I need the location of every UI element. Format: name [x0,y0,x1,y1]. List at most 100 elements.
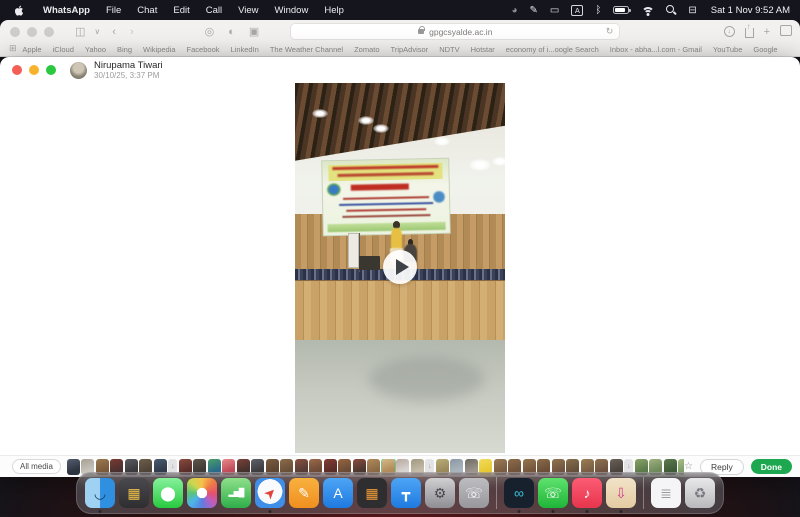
menu-bar: WhatsApp FileChatEditCallViewWindowHelp … [0,0,800,20]
dock-icon-filmora[interactable]: ⇩ [606,478,636,508]
avatar[interactable] [70,62,87,79]
ceiling-light [373,124,389,133]
dock-icon-pages[interactable]: ✎ [289,478,319,508]
extension-icon-2[interactable]: ◐ [228,26,235,38]
viewer-header: Nirupama Tiwari 30/10/25, 3:37 PM [0,57,800,83]
dock-divider [496,477,497,509]
dock-icon-app-store[interactable]: A [323,478,353,508]
favorite-inbox-abha-l-com-gmail[interactable]: Inbox - abha...l.com - Gmail [610,45,702,54]
dock-icon-document[interactable]: ≣ [651,478,681,508]
scene-person-standing [391,228,402,250]
scene-floor-shade [369,357,485,401]
favorite-linkedin[interactable]: LinkedIn [230,45,258,54]
menu-item-window[interactable]: Window [267,5,317,16]
menu-app-name[interactable]: WhatsApp [35,5,98,16]
menu-item-edit[interactable]: Edit [165,5,197,16]
thumbnail[interactable] [67,459,80,475]
menu-item-view[interactable]: View [230,5,266,16]
menu-item-file[interactable]: File [98,5,129,16]
star-icon[interactable]: ☆ [684,461,693,472]
sidebar-icon[interactable]: ◫ [75,25,85,38]
favorite-hotstar[interactable]: Hotstar [471,45,495,54]
scene-stage-front [295,280,505,340]
viewer-traffic-lights[interactable] [12,65,56,75]
safari-window: ◫ ∨ ‹ › ◎ ◐ ▣ gpgcsyalde.ac.in ↻ ↓ + ⊞ A… [0,20,800,57]
extension-icon-1[interactable]: ◎ [205,25,215,38]
menu-item-call[interactable]: Call [198,5,230,16]
new-tab-icon[interactable]: + [764,26,770,38]
done-button[interactable]: Done [751,459,792,474]
scene-banner [322,158,452,237]
control-center-icon[interactable]: ⊟ [688,5,696,16]
share-icon[interactable] [745,28,754,38]
dock-icon-messages[interactable]: ⬤ [153,478,183,508]
ceiling-light [492,157,505,166]
bluetooth-icon[interactable]: ᛒ [595,5,601,16]
favorite-tripadvisor[interactable]: TripAdvisor [391,45,429,54]
dock-icon-whatsapp[interactable]: ☏ [538,478,568,508]
dock-icon-keynote[interactable]: ┳ [391,478,421,508]
menu-clock[interactable]: Sat 1 Nov 9:52 AM [711,5,790,16]
extension-icon-3[interactable]: ▣ [249,25,259,38]
favorite-bing[interactable]: Bing [117,45,132,54]
whatsapp-media-viewer-window: Nirupama Tiwari 30/10/25, 3:37 PM [0,57,800,477]
favorite-facebook[interactable]: Facebook [187,45,220,54]
dock-icon-calculator[interactable]: ▦ [357,478,387,508]
dock-icon-system-settings[interactable]: ⚙ [425,478,455,508]
favorite-icloud[interactable]: iCloud [53,45,74,54]
safari-toolbar: ◫ ∨ ‹ › ◎ ◐ ▣ gpgcsyalde.ac.in ↻ ↓ + [0,20,800,43]
safari-traffic-lights[interactable] [10,27,54,37]
dock-icon-trash[interactable]: ♻ [685,478,715,508]
wifi-icon[interactable] [641,5,654,15]
screen-record-icon[interactable]: ◕ [511,5,517,16]
sender-name: Nirupama Tiwari [94,60,163,71]
lock-icon [418,29,424,34]
chevron-down-icon[interactable]: ∨ [94,27,100,36]
address-bar[interactable]: gpgcsyalde.ac.in ↻ [290,23,620,40]
favorite-ndtv[interactable]: NDTV [439,45,459,54]
video-player[interactable] [295,83,505,453]
favorites-grid-icon[interactable]: ⊞ [9,43,17,54]
search-icon[interactable] [666,5,676,15]
play-button-overlay[interactable] [383,250,417,284]
favorite-google[interactable]: Google [753,45,777,54]
display-icon[interactable]: ▭ [550,5,559,16]
downloads-icon[interactable]: ↓ [724,26,735,37]
apple-menu-icon[interactable] [14,5,25,16]
reload-icon[interactable]: ↻ [606,26,614,37]
tab-overview-icon[interactable] [780,27,790,36]
dock-icon-photos[interactable] [187,478,217,508]
favorite-zomato[interactable]: Zomato [354,45,379,54]
favorite-economy-of-i-oogle-search[interactable]: economy of i...oogle Search [506,45,599,54]
address-text: gpgcsyalde.ac.in [429,27,492,37]
scene-board [348,233,360,268]
dock-icon-whatsapp-gray[interactable]: ☏ [459,478,489,508]
favorite-the-weather-channel[interactable]: The Weather Channel [270,45,343,54]
dock-divider [643,477,644,509]
scene-speaker [359,256,380,270]
pen-icon[interactable]: ✎ [530,5,538,16]
favorite-apple[interactable]: Apple [22,45,41,54]
menu-item-chat[interactable]: Chat [129,5,165,16]
menu-status-area: ◕ ✎ ▭ A ᛒ ⊟ Sat 1 Nov 9:52 AM [511,5,790,16]
ceiling-light [434,137,450,146]
dock-icon-safari[interactable]: ➤ [255,478,285,508]
ceiling-light [469,159,491,171]
dock-icon-webex[interactable]: ∞ [504,478,534,508]
favorite-yahoo[interactable]: Yahoo [85,45,106,54]
back-icon[interactable]: ‹ [112,26,116,38]
dock-icon-launchpad[interactable]: ▦ [119,478,149,508]
favorites-bar: ⊞ Apple iCloud Yahoo Bing Wikipedia Facebook L… [0,43,800,56]
dock-icon-music[interactable]: ♪ [572,478,602,508]
forward-icon[interactable]: › [130,26,134,38]
menu-item-help[interactable]: Help [316,5,352,16]
all-media-button[interactable]: All media [12,459,61,474]
message-timestamp: 30/10/25, 3:37 PM [94,71,163,80]
keyboard-input-icon[interactable]: A [571,5,583,16]
battery-icon[interactable] [613,6,629,14]
ceiling-light [312,109,328,118]
dock-icon-finder[interactable]: ◡ [85,478,115,508]
favorite-youtube[interactable]: YouTube [713,45,742,54]
favorite-wikipedia[interactable]: Wikipedia [143,45,176,54]
dock-icon-numbers[interactable]: ▂▅█ [221,478,251,508]
